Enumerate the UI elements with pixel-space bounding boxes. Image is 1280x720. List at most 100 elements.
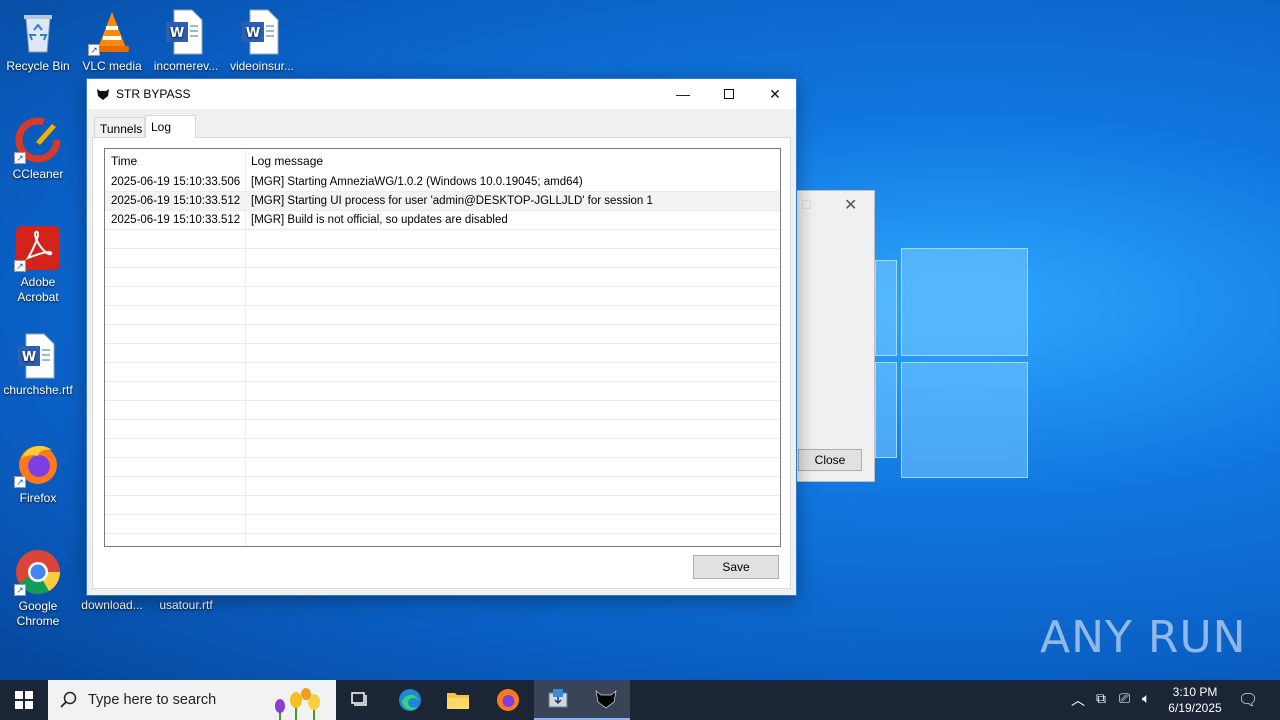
- desktop-icon-label: videoinsur...: [229, 59, 295, 73]
- desktop-icon-label: Firefox: [19, 491, 57, 505]
- start-button[interactable]: [0, 680, 48, 720]
- word-document-icon: W: [14, 332, 62, 380]
- desktop-icon-recycle-bin[interactable]: Recycle Bin: [0, 8, 76, 74]
- taskbar-firefox[interactable]: [484, 680, 532, 720]
- desktop-icon-label: download...: [81, 598, 143, 612]
- task-view-button[interactable]: [336, 680, 384, 720]
- word-document-icon: W: [162, 8, 210, 56]
- tulips-search-highlight-icon: [275, 688, 320, 720]
- empty-table-row: [105, 477, 780, 496]
- desktop-icon-google-chrome[interactable]: ↗ Google Chrome: [0, 548, 76, 629]
- adobe-acrobat-icon: ↗: [14, 224, 62, 272]
- cell-message: [MGR] Build is not official, so updates …: [251, 214, 508, 226]
- desktop-icon-label: Google Chrome: [16, 599, 60, 628]
- anyrun-watermark: ANY RUN: [1040, 612, 1247, 663]
- log-tab-panel: Time Log message 2025-06-19 15:10:33.506…: [92, 137, 791, 589]
- network-icon[interactable]: ⎚: [1119, 690, 1130, 707]
- cell-time: 2025-06-19 15:10:33.512: [111, 195, 241, 207]
- desktop-icon-incomerev[interactable]: W incomerev...: [148, 8, 224, 74]
- show-hidden-icons-chevron-icon[interactable]: ︿: [1071, 690, 1085, 710]
- desktop-icon-label: VLC media: [82, 59, 142, 73]
- table-row[interactable]: 2025-06-19 15:10:33.512 [MGR] Starting U…: [105, 192, 780, 211]
- empty-table-row: [105, 344, 780, 363]
- minimize-icon: —: [676, 86, 690, 102]
- chrome-icon: ↗: [14, 548, 62, 596]
- firefox-icon: [497, 689, 519, 711]
- empty-table-row: [105, 249, 780, 268]
- taskbar-search-box[interactable]: Type here to search: [48, 680, 336, 720]
- str-bypass-window: STR BYPASS — ✕ Tunnels Log Time Log mess…: [86, 78, 797, 596]
- desktop-icon-ccleaner[interactable]: ↗ CCleaner: [0, 116, 76, 182]
- minimize-button[interactable]: —: [660, 79, 706, 109]
- search-icon: [60, 691, 77, 708]
- desktop-icon-usatour[interactable]: usatour.rtf: [148, 598, 224, 613]
- volume-icon[interactable]: 🔈︎: [1142, 690, 1150, 707]
- desktop-icon-label: CCleaner: [12, 167, 64, 181]
- taskbar-str-bypass[interactable]: [582, 680, 630, 720]
- tab-log[interactable]: Log: [145, 115, 196, 138]
- desktop-icon-label: Recycle Bin: [6, 59, 70, 73]
- folder-icon: [447, 693, 469, 709]
- search-placeholder: Type here to search: [88, 692, 217, 708]
- close-icon: ✕: [769, 85, 781, 102]
- desktop-icon-videoinsur[interactable]: W videoinsur...: [224, 8, 300, 74]
- word-document-icon: W: [238, 8, 286, 56]
- dialog-close-button[interactable]: Close: [798, 449, 862, 471]
- empty-table-row: [105, 420, 780, 439]
- vlc-cone-icon: ↗: [88, 8, 136, 56]
- empty-table-row: [105, 458, 780, 477]
- column-header-message[interactable]: Log message: [251, 154, 323, 168]
- task-view-icon: [351, 692, 367, 706]
- close-icon[interactable]: ✕: [844, 195, 857, 215]
- desktop-icon-firefox[interactable]: ↗ Firefox: [0, 440, 76, 506]
- background-dialog: ✕ Close: [796, 190, 875, 482]
- empty-table-row: [105, 287, 780, 306]
- desktop-icon-vlc[interactable]: ↗ VLC media: [74, 8, 150, 74]
- taskbar-file-explorer[interactable]: [434, 680, 482, 720]
- title-bar[interactable]: STR BYPASS — ✕: [87, 79, 796, 109]
- shortcut-arrow-icon: ↗: [14, 152, 26, 164]
- empty-table-row: [105, 363, 780, 382]
- desktop-icon-download[interactable]: download...: [74, 598, 150, 613]
- cell-message: [MGR] Starting UI process for user 'admi…: [251, 195, 653, 207]
- tab-tunnels[interactable]: Tunnels: [94, 117, 145, 137]
- taskbar-edge[interactable]: [386, 680, 434, 720]
- close-button[interactable]: ✕: [752, 79, 798, 109]
- shortcut-arrow-icon: ↗: [14, 260, 26, 272]
- empty-table-row: [105, 306, 780, 325]
- clock-date: 6/19/2025: [1168, 701, 1222, 715]
- edge-icon: [399, 689, 421, 711]
- empty-table-row: [105, 268, 780, 287]
- desktop-icon-label: usatour.rtf: [159, 598, 213, 612]
- maximize-icon[interactable]: [802, 200, 811, 209]
- recycle-bin-icon: [14, 8, 62, 56]
- svg-text:W: W: [22, 350, 36, 365]
- table-row[interactable]: 2025-06-19 15:10:33.512 [MGR] Build is n…: [105, 211, 780, 230]
- desktop-icon-adobe-acrobat[interactable]: ↗ Adobe Acrobat: [0, 224, 76, 305]
- desktop-icon-label: incomerev...: [153, 59, 219, 73]
- cell-time: 2025-06-19 15:10:33.506: [111, 176, 241, 188]
- cell-time: 2025-06-19 15:10:33.512: [111, 214, 241, 226]
- meet-now-icon[interactable]: ⧉: [1096, 690, 1106, 707]
- empty-table-row: [105, 382, 780, 401]
- svg-text:W: W: [246, 26, 260, 41]
- save-button[interactable]: Save: [693, 555, 779, 579]
- firefox-icon: ↗: [14, 440, 62, 488]
- clock[interactable]: 3:10 PM 6/19/2025: [1160, 684, 1230, 716]
- svg-text:W: W: [170, 26, 184, 41]
- clock-time: 3:10 PM: [1172, 685, 1218, 699]
- maximize-button[interactable]: [706, 79, 752, 109]
- desktop-icon-churchshe[interactable]: W churchshe.rtf: [0, 332, 76, 398]
- empty-table-row: [105, 230, 780, 249]
- taskbar-installer[interactable]: [534, 680, 582, 720]
- table-row[interactable]: 2025-06-19 15:10:33.506 [MGR] Starting A…: [105, 173, 780, 192]
- empty-table-row: [105, 325, 780, 344]
- shortcut-arrow-icon: ↗: [14, 476, 26, 488]
- windows-start-icon: [15, 691, 33, 709]
- shortcut-arrow-icon: ↗: [14, 584, 26, 596]
- column-header-time[interactable]: Time: [111, 154, 137, 168]
- notifications-icon[interactable]: 🗨︎: [1238, 690, 1258, 710]
- empty-table-row: [105, 439, 780, 458]
- taskbar: Type here to search ︿ ⧉ ⎚ 🔈︎ 3:10 PM 6/1…: [0, 680, 1280, 720]
- log-table[interactable]: Time Log message 2025-06-19 15:10:33.506…: [104, 148, 781, 547]
